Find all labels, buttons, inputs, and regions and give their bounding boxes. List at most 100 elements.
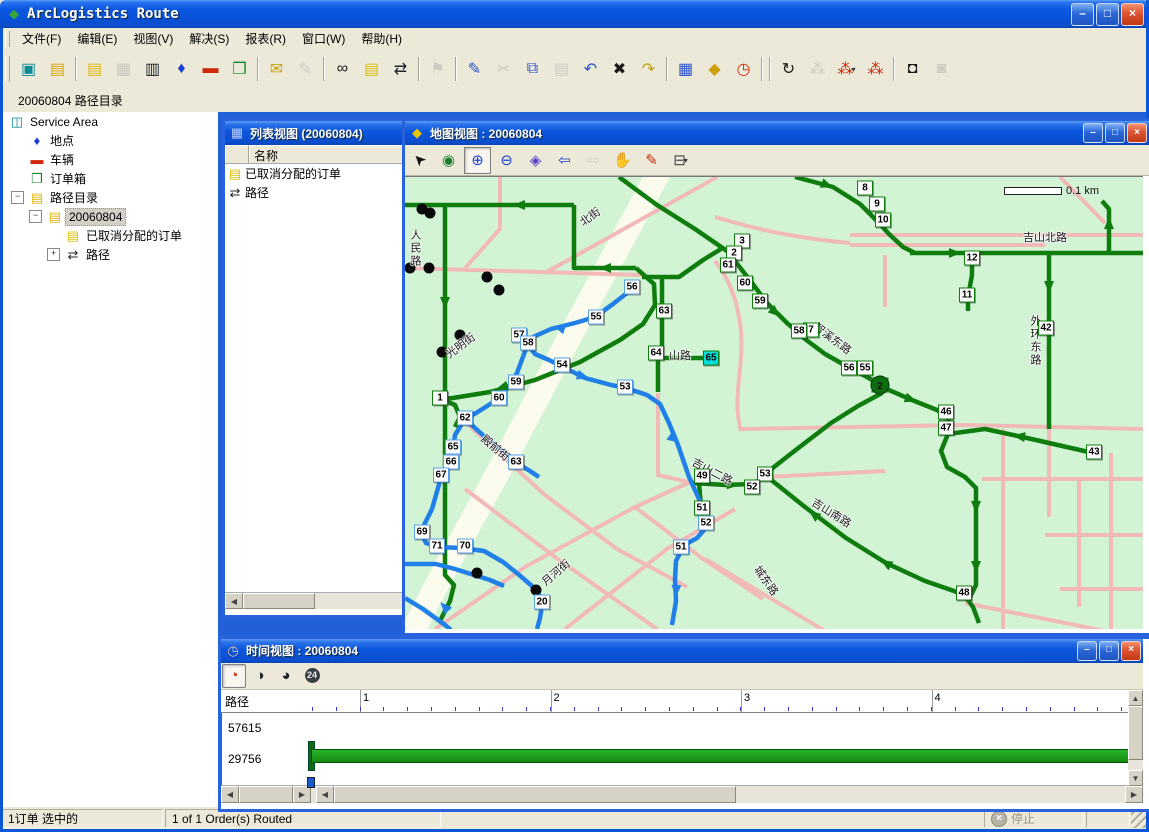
stop-marker-60[interactable]: 60 <box>491 391 507 406</box>
scroll-left-button[interactable]: ◀ <box>316 786 334 803</box>
time-minimize-button[interactable]: – <box>1077 641 1097 661</box>
time-scale-4hr-button[interactable]: ◑ <box>248 664 272 688</box>
map-minimize-button[interactable]: – <box>1083 123 1103 143</box>
zoom-full-extent-button[interactable]: ◉ <box>435 147 462 174</box>
stop-marker-70[interactable]: 70 <box>457 539 473 554</box>
time-view-titlebar[interactable]: ◷ 时间视图 : 20060804 – □ × <box>221 639 1143 663</box>
stop-marker-55[interactable]: 55 <box>857 361 873 376</box>
reassign-orders-button[interactable]: ⁂▾ <box>833 56 860 83</box>
scroll-track[interactable] <box>736 786 1125 803</box>
delete-button[interactable]: ✖ <box>606 56 633 83</box>
stop-marker-8[interactable]: 8 <box>857 181 873 196</box>
collapse-icon[interactable]: − <box>11 191 24 204</box>
draw-tool-button[interactable]: ✎ <box>638 147 665 174</box>
zoom-in-button[interactable]: ⊕ <box>464 147 491 174</box>
scroll-thumb[interactable] <box>334 786 736 803</box>
dropdown-caret-icon[interactable]: ▾ <box>684 156 688 165</box>
list-view-button[interactable]: ▦ <box>672 56 699 83</box>
stop-marker-56[interactable]: 56 <box>624 280 640 295</box>
vehicles-button[interactable]: ▬ <box>197 56 224 83</box>
route-row-57615[interactable]: 57615 <box>228 721 261 735</box>
stop-marker-60[interactable]: 60 <box>737 276 753 291</box>
menu-报表(R)[interactable]: 报表(R) <box>237 30 294 48</box>
stop-marker-54[interactable]: 54 <box>554 358 570 373</box>
stop-marker-9[interactable]: 9 <box>869 197 885 212</box>
scroll-right-button[interactable]: ▶ <box>293 786 311 803</box>
stop-marker-71[interactable]: 71 <box>429 539 445 554</box>
stop-marker-49[interactable]: 49 <box>694 469 710 484</box>
order-box-button[interactable]: ❒ <box>226 56 253 83</box>
stop-marker-43[interactable]: 43 <box>1086 445 1102 460</box>
sidebar-item-订单箱[interactable]: ❒订单箱 <box>3 169 218 188</box>
stop-marker-1[interactable]: 1 <box>432 391 448 406</box>
sidebar-item-路径目录[interactable]: −▤路径目录 <box>3 188 218 207</box>
scroll-track[interactable] <box>1128 760 1143 770</box>
dropdown-caret-icon[interactable]: ▾ <box>851 65 855 74</box>
stop-marker-67[interactable]: 67 <box>433 468 449 483</box>
new-account-button[interactable]: ▣ <box>15 56 42 83</box>
stop-marker-61[interactable]: 61 <box>720 258 736 273</box>
lock-button[interactable]: ◘ <box>899 56 926 83</box>
route-schedule-bar[interactable] <box>311 749 1131 763</box>
stop-marker-69[interactable]: 69 <box>414 525 430 540</box>
time-close-button[interactable]: × <box>1121 641 1141 661</box>
stop-marker-51[interactable]: 51 <box>673 540 689 555</box>
time-maximize-button[interactable]: □ <box>1099 641 1119 661</box>
time-scale-24hr-button[interactable]: 24 <box>300 664 324 688</box>
properties-button[interactable]: ✎ <box>461 56 488 83</box>
pan-tool-button[interactable]: ✋ <box>609 147 636 174</box>
stop-marker-59[interactable]: 59 <box>508 375 524 390</box>
open-button[interactable]: ▤ <box>44 56 71 83</box>
stop-marker-59[interactable]: 59 <box>752 294 768 309</box>
find-button[interactable]: ∞ <box>329 56 356 83</box>
stop-marker-52[interactable]: 52 <box>744 480 760 495</box>
zoom-selected-button[interactable]: ◈ <box>522 147 549 174</box>
expand-icon[interactable]: + <box>47 248 60 261</box>
menu-帮助(H)[interactable]: 帮助(H) <box>353 30 410 48</box>
scroll-thumb[interactable] <box>1128 706 1143 760</box>
collapse-icon[interactable]: − <box>29 210 42 223</box>
restore-button[interactable]: □ <box>1096 3 1119 26</box>
scroll-right-button[interactable]: ▶ <box>1125 786 1143 803</box>
scroll-thumb[interactable] <box>243 593 315 609</box>
close-button[interactable]: × <box>1121 3 1144 26</box>
stop-marker-58[interactable]: 58 <box>791 324 807 339</box>
scroll-up-button[interactable]: ▲ <box>1128 690 1143 706</box>
stop-marker-63[interactable]: 63 <box>656 304 672 319</box>
stop-marker-63[interactable]: 63 <box>508 455 524 470</box>
stop-marker-51[interactable]: 51 <box>694 501 710 516</box>
stop-marker-46[interactable]: 46 <box>938 405 954 420</box>
undo-button[interactable]: ↶ <box>577 56 604 83</box>
copy-button[interactable]: ⧉ <box>519 56 546 83</box>
time-scale-1hr-button[interactable]: ◔ <box>222 664 246 688</box>
unassign-orders-button[interactable]: ⁂ <box>862 56 889 83</box>
stop-marker-58[interactable]: 58 <box>520 336 536 351</box>
scroll-thumb[interactable] <box>239 786 293 803</box>
stop-marker-11[interactable]: 11 <box>959 288 975 303</box>
list-header-icon-col[interactable] <box>225 145 249 163</box>
route-row-29756[interactable]: 29756 <box>228 752 261 766</box>
routes-button[interactable]: ⇄ <box>387 56 414 83</box>
map-view-titlebar[interactable]: ◆ 地图视图 : 20060804 – □ × <box>405 121 1149 145</box>
locations-button[interactable]: ♦ <box>168 56 195 83</box>
sidebar-item-车辆[interactable]: ▬车辆 <box>3 150 218 169</box>
sidebar-item-Service Area[interactable]: ◫Service Area <box>3 112 218 131</box>
map-maximize-button[interactable]: □ <box>1105 123 1125 143</box>
scroll-left-button[interactable]: ◀ <box>221 786 239 803</box>
stop-marker-20[interactable]: 20 <box>534 595 550 610</box>
map-view-button[interactable]: ◆ <box>701 56 728 83</box>
order-list-button[interactable]: ▤ <box>358 56 385 83</box>
stop-marker-65[interactable]: 65 <box>703 351 719 366</box>
time-scale-12hr-button[interactable]: ◕ <box>274 664 298 688</box>
stop-marker-55[interactable]: 55 <box>588 310 604 325</box>
menu-编辑(E)[interactable]: 编辑(E) <box>69 30 125 48</box>
stop-marker-53[interactable]: 53 <box>617 380 633 395</box>
time-vscrollbar[interactable]: ▲ ▼ <box>1128 690 1143 786</box>
scroll-down-button[interactable]: ▼ <box>1128 770 1143 786</box>
menu-解决(S)[interactable]: 解决(S) <box>181 30 237 48</box>
menu-窗口(W)[interactable]: 窗口(W) <box>294 30 353 48</box>
stop-marker-65[interactable]: 65 <box>445 440 461 455</box>
map-close-button[interactable]: × <box>1127 123 1147 143</box>
scroll-left-button[interactable]: ◀ <box>225 593 243 609</box>
menu-文件(F)[interactable]: 文件(F) <box>14 30 69 48</box>
